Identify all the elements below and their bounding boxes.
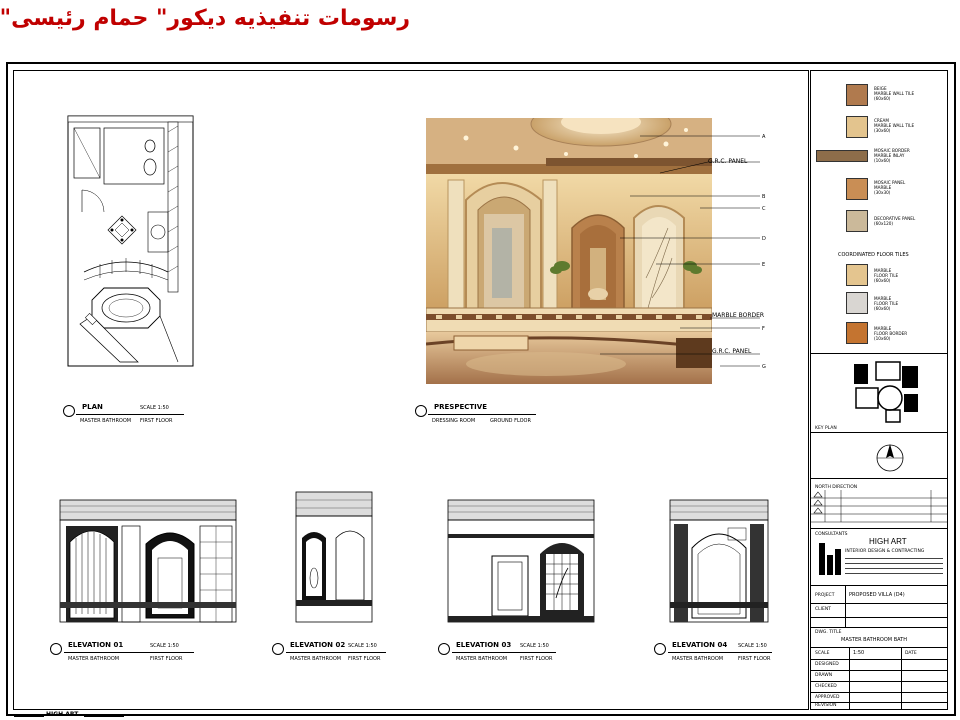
legend-text-5: DECORATIVE PANEL (60x120) [874, 216, 916, 226]
elevation-04-caption-scale: SCALE 1:50 [738, 643, 767, 649]
plan-drawing [67, 115, 194, 367]
elevation-03-drawing [447, 499, 595, 623]
company-heading: CONSULTANTS [815, 532, 848, 537]
legend-swatch-2 [846, 116, 868, 138]
north-arrow-icon [876, 444, 904, 472]
legend-text-4: MOSAIC PANEL MARBLE (30x30) [874, 180, 906, 195]
elevation-03-caption-marker [438, 643, 450, 655]
legend-swatch-6 [846, 264, 868, 286]
tb-divider [811, 478, 947, 479]
plan-caption-marker [63, 405, 75, 417]
perspective-callout-1: G.R.C. PANEL [708, 158, 748, 165]
scale-label: SCALE [815, 651, 830, 656]
svg-text:A: A [762, 134, 766, 140]
material-legend: BEIGE MARBLE WALL TILE (60x60) CREAM MAR… [812, 72, 946, 352]
legend-heading: COORDINATED FLOOR TILES [838, 252, 909, 258]
elevation-03-caption-sub-right: FIRST FLOOR [520, 656, 553, 662]
date-label: DATE [905, 651, 917, 656]
checked-label: CHECKED [815, 684, 837, 689]
elevation-02-caption-line [286, 652, 386, 653]
legend-text-7: MARBLE FLOOR TILE (60x60) [874, 296, 899, 311]
tb-divider [811, 353, 947, 354]
elevation-02-caption-scale: SCALE 1:50 [348, 643, 377, 649]
elevation-04-caption-sub-right: FIRST FLOOR [738, 656, 771, 662]
project-label: PROJECT [815, 593, 835, 598]
legend-text-3: MOSAIC BORDER MARBLE INLAY (10x60) [874, 148, 910, 163]
elevation-04-caption-sub-left: MASTER BATHROOM [672, 656, 724, 662]
elevation-03-caption-line [452, 652, 556, 653]
company-logo-icon [819, 543, 841, 575]
elevation-03-caption-title: ELEVATION 03 [456, 641, 512, 649]
legend-swatch-5 [846, 210, 868, 232]
legend-swatch-3 [816, 150, 868, 162]
legend-swatch-7 [846, 292, 868, 314]
project-value: PROPOSED VILLA (D4) [849, 592, 905, 598]
elevation-02-caption-marker [272, 643, 284, 655]
perspective-caption-title: PRESPECTIVE [434, 403, 487, 411]
elevation-02-drawing [295, 491, 373, 623]
company-block: CONSULTANTS HIGH ART INTERIOR DESIGN & C… [811, 528, 947, 586]
elevation-01-caption-sub-right: FIRST FLOOR [150, 656, 183, 662]
perspective-callouts: A BC D E F G [600, 134, 766, 370]
legend-text-2: CREAM MARBLE WALL TILE (30x60) [874, 118, 915, 133]
elevation-01-caption-scale: SCALE 1:50 [150, 643, 179, 649]
legend-swatch-4 [846, 178, 868, 200]
approved-label: APPROVED [815, 695, 840, 700]
elevation-02-caption-sub-left: MASTER BATHROOM [290, 656, 342, 662]
legend-text-1: BEIGE MARBLE WALL TILE (60x60) [874, 86, 915, 101]
elevation-01-drawing [59, 499, 237, 623]
company-name: HIGH ART [869, 537, 907, 546]
elevation-03-caption-scale: SCALE 1:50 [520, 643, 549, 649]
perspective-caption-sub-right: GROUND FLOOR [490, 418, 531, 424]
legend-text-8: MARBLE FLOOR BORDER (10x60) [874, 326, 908, 341]
svg-text:F: F [762, 326, 765, 332]
drawing-title-value: MASTER BATHROOM BATH [841, 637, 907, 643]
svg-text:C: C [762, 206, 766, 212]
revision-label: REVISION [815, 703, 837, 708]
elevation-01-caption-title: ELEVATION 01 [68, 641, 124, 649]
tb-divider [811, 432, 947, 433]
perspective-caption-line [428, 414, 536, 415]
designed-label: DESIGNED [815, 662, 839, 667]
svg-text:E: E [762, 262, 765, 268]
drawn-label: DRAWN [815, 673, 833, 678]
perspective-callout-2: MARBLE BORDER [712, 312, 765, 319]
elevation-01-caption-marker [50, 643, 62, 655]
elevation-04-caption-line [668, 652, 772, 653]
elevation-04-caption-title: ELEVATION 04 [672, 641, 728, 649]
scale-value: 1:50 [853, 650, 865, 656]
key-plan-label: KEY PLAN [815, 426, 837, 431]
legend-text-6: MARBLE FLOOR TILE (60x60) [874, 268, 899, 283]
legend-swatch-8 [846, 322, 868, 344]
plan-caption-sub-left: MASTER BATHROOM [80, 418, 132, 424]
perspective-caption-marker [415, 405, 427, 417]
elevation-04-caption-marker [654, 643, 666, 655]
plan-caption-sub-right: FIRST FLOOR [140, 418, 173, 424]
svg-text:G: G [762, 364, 766, 370]
svg-text:D: D [762, 236, 766, 242]
plan-caption-scale: SCALE 1:50 [140, 405, 169, 411]
page-title: رسومات تنفيذيه ديكور" حمام رئيسى" [0, 6, 410, 31]
project-info: PROJECT PROPOSED VILLA (D4) CLIENT DWG. … [811, 585, 947, 710]
company-address-lines [845, 555, 943, 577]
plan-caption-line [76, 414, 184, 415]
svg-text:B: B [762, 194, 766, 200]
drawing-title-label: DWG. TITLE [815, 630, 842, 635]
elevation-03-caption-sub-left: MASTER BATHROOM [456, 656, 508, 662]
legend-swatch-1 [846, 84, 868, 106]
elevation-02-caption-sub-right: FIRST FLOOR [348, 656, 381, 662]
revision-table [811, 490, 947, 523]
client-label: CLIENT [815, 607, 831, 612]
elevation-04-drawing [669, 499, 769, 623]
plan-caption-title: PLAN [82, 403, 103, 411]
key-plan-icon [854, 361, 918, 423]
footer-label: HIGH ART [46, 711, 79, 718]
company-subtitle: INTERIOR DESIGN & CONTRACTING [845, 549, 925, 554]
perspective-callout-3: G.R.C. PANEL [712, 348, 752, 355]
perspective-caption-sub-left: DRESSING ROOM [432, 418, 476, 424]
elevation-01-caption-sub-left: MASTER BATHROOM [68, 656, 120, 662]
elevation-02-caption-title: ELEVATION 02 [290, 641, 346, 649]
elevation-01-caption-line [64, 652, 194, 653]
